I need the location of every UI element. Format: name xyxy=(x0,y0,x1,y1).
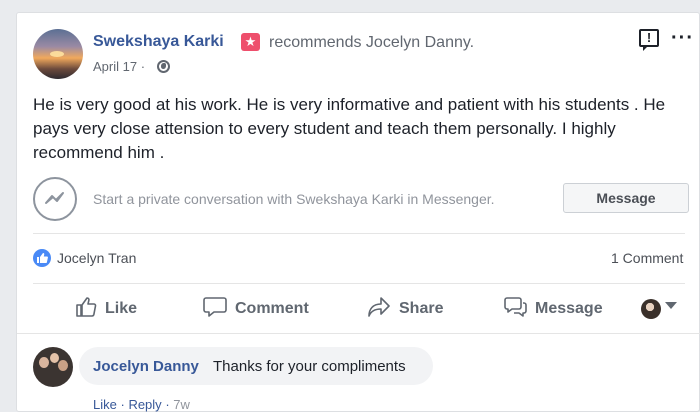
post-date-row: April 17 · xyxy=(93,59,145,74)
like-reaction-icon[interactable] xyxy=(33,249,51,267)
recommendation-post-card: Swekshaya Karki ★ recommends Jocelyn Dan… xyxy=(16,12,700,412)
like-button[interactable]: Like xyxy=(75,296,138,321)
divider xyxy=(33,283,685,284)
comment-time[interactable]: 7w xyxy=(173,397,190,412)
message-action-button[interactable]: Message xyxy=(503,296,603,321)
share-label: Share xyxy=(399,300,444,317)
divider xyxy=(33,233,685,234)
like-label: Like xyxy=(105,300,138,317)
comment-label: Comment xyxy=(235,300,309,317)
post-author-name[interactable]: Swekshaya Karki xyxy=(93,33,224,51)
messenger-prompt-row: Start a private conversation with Sweksh… xyxy=(33,173,689,235)
comment-count[interactable]: 1 Comment xyxy=(611,250,683,266)
divider xyxy=(17,333,700,334)
messenger-icon xyxy=(33,177,77,221)
share-button[interactable]: Share xyxy=(367,296,444,321)
comment-reply-link[interactable]: Reply xyxy=(128,397,161,412)
author-avatar[interactable] xyxy=(33,29,83,79)
chevron-down-icon[interactable] xyxy=(665,302,677,309)
share-icon xyxy=(368,296,390,317)
more-options-icon[interactable]: ··· xyxy=(671,27,694,50)
posting-as-avatar[interactable] xyxy=(641,299,661,319)
post-date[interactable]: April 17 xyxy=(93,59,137,74)
comment-button[interactable]: Comment xyxy=(203,296,309,321)
comment-author[interactable]: Jocelyn Danny xyxy=(93,358,199,375)
comment-text: Thanks for your compliments xyxy=(213,358,406,375)
recommends-text: recommends Jocelyn Danny. xyxy=(269,34,475,51)
globe-icon[interactable] xyxy=(157,60,170,73)
message-icon xyxy=(504,296,527,317)
liker-name[interactable]: Jocelyn Tran xyxy=(57,250,136,266)
comment-icon xyxy=(203,296,227,317)
message-action-label: Message xyxy=(535,300,603,317)
message-button[interactable]: Message xyxy=(563,183,689,213)
commenter-avatar[interactable] xyxy=(33,347,73,387)
comment-meta: Like · Reply · 7w xyxy=(93,397,190,412)
report-icon[interactable]: ! xyxy=(639,29,659,51)
date-separator: · xyxy=(140,59,146,74)
messenger-prompt-text: Start a private conversation with Sweksh… xyxy=(93,191,495,207)
post-body: He is very good at his work. He is very … xyxy=(33,95,666,162)
thumbs-up-icon xyxy=(76,296,97,317)
star-badge-icon: ★ xyxy=(241,33,260,51)
comment-like-link[interactable]: Like xyxy=(93,397,117,412)
